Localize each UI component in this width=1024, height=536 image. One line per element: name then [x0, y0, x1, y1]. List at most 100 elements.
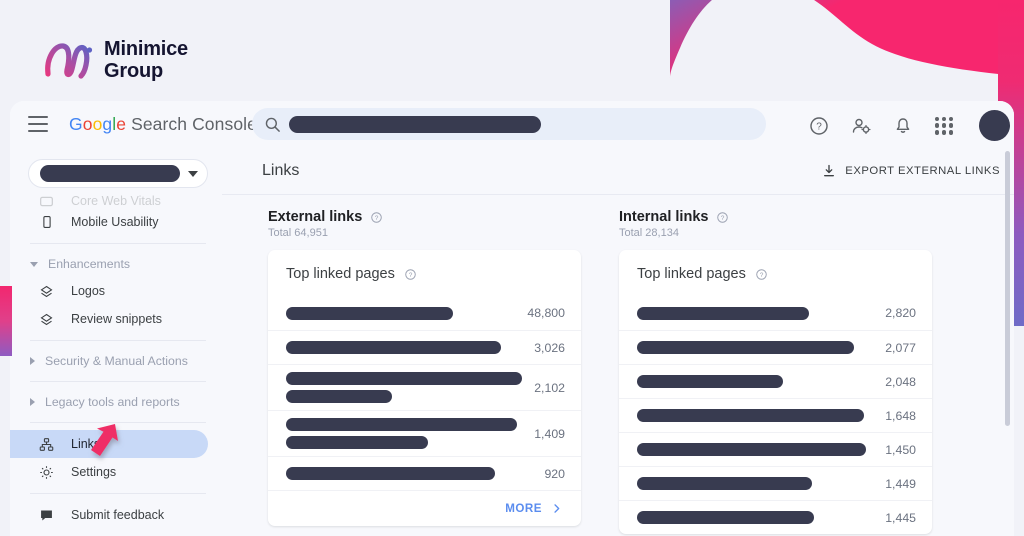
table-row[interactable]: 1,445 [619, 500, 932, 534]
svg-text:?: ? [760, 271, 764, 278]
chevron-down-icon [30, 261, 38, 267]
sidebar-item-logos[interactable]: Logos [10, 277, 222, 305]
sidebar-item-review-snippets[interactable]: Review snippets [10, 305, 222, 333]
chevron-right-icon [554, 504, 560, 513]
header-icon-group: ? [809, 110, 1010, 141]
review-snippets-icon [38, 311, 55, 328]
redacted-page-url-bar [637, 306, 810, 320]
page-header: Links EXPORT EXTERNAL LINKS [222, 147, 1014, 195]
table-row[interactable]: 920 [268, 456, 581, 490]
sidebar-item-links[interactable]: Links [10, 430, 208, 458]
brand-bar: Minimice Group [0, 0, 1024, 101]
panel-header: Top linked pages ? [619, 250, 932, 296]
internal-top-linked-pages-panel: Top linked pages ? 2,820 2,077 2,048 1,648 1… [619, 250, 932, 534]
row-value: 2,102 [534, 380, 565, 395]
brand-logo: Minimice Group [43, 38, 188, 82]
sidebar-group-legacy-tools[interactable]: Legacy tools and reports [10, 389, 222, 415]
sidebar-item-core-web-vitals[interactable]: Core Web Vitals [10, 194, 222, 208]
table-row[interactable]: 2,077 [619, 330, 932, 364]
svg-text:?: ? [409, 271, 413, 278]
export-label: EXPORT EXTERNAL LINKS [845, 164, 1000, 177]
more-label: MORE [505, 502, 542, 515]
main-content: Links EXPORT EXTERNAL LINKS External lin… [222, 147, 1014, 536]
property-selector[interactable] [28, 159, 208, 188]
external-panel-title: Top linked pages [286, 266, 395, 282]
sidebar-group-label-legacy: Legacy tools and reports [45, 395, 180, 409]
content-scrollbar[interactable] [1005, 151, 1010, 426]
mobile-icon [38, 214, 55, 231]
export-external-links-button[interactable]: EXPORT EXTERNAL LINKS [822, 164, 1000, 178]
internal-rows: 2,820 2,077 2,048 1,648 1,450 1,449 1,445 [619, 296, 932, 534]
internal-panel-title: Top linked pages [637, 266, 746, 282]
row-value: 48,800 [527, 306, 565, 320]
brand-name-line1: Minimice [104, 38, 188, 60]
feedback-icon [38, 507, 55, 524]
table-row[interactable]: 2,102 [268, 364, 581, 410]
row-bars [637, 477, 873, 490]
sidebar-divider [30, 243, 206, 244]
download-icon [824, 164, 835, 176]
row-bars [286, 467, 532, 480]
internal-links-title: Internal links [619, 209, 709, 225]
notifications-bell-icon[interactable] [893, 116, 913, 136]
search-input-redacted[interactable] [289, 115, 541, 133]
speed-icon [38, 194, 55, 208]
help-circle-icon[interactable]: ? [716, 211, 729, 224]
internal-links-title-row: Internal links ? [619, 209, 932, 225]
svg-text:?: ? [721, 214, 725, 221]
external-top-linked-pages-panel: Top linked pages ? 48,800 3,026 2,102 1,409… [268, 250, 581, 526]
sidebar-group-label-security: Security & Manual Actions [45, 354, 188, 368]
table-row[interactable]: 1,449 [619, 466, 932, 500]
sidebar-item-about-search-console[interactable]: About Search Console [10, 529, 222, 536]
redacted-page-url-bar-line2 [286, 436, 428, 449]
search-icon [265, 117, 280, 132]
links-icon [38, 436, 55, 453]
sidebar-divider [30, 381, 206, 382]
google-apps-grid-icon[interactable] [935, 116, 953, 135]
sidebar-label-links: Links [71, 437, 101, 451]
sidebar-divider [30, 340, 206, 341]
sidebar-item-settings[interactable]: Settings [10, 458, 222, 486]
help-circle-icon[interactable]: ? [404, 268, 417, 281]
hamburger-menu-icon[interactable] [28, 116, 48, 132]
row-value: 2,820 [885, 306, 916, 320]
help-icon[interactable]: ? [809, 116, 829, 136]
table-row[interactable]: 2,048 [619, 364, 932, 398]
row-bars [637, 375, 873, 388]
help-circle-icon[interactable]: ? [755, 268, 768, 281]
row-value: 2,077 [885, 340, 916, 355]
row-value: 1,445 [885, 510, 916, 525]
brand-name-line2: Group [104, 60, 163, 82]
row-bars [286, 372, 523, 403]
row-bars [637, 511, 873, 524]
user-avatar[interactable] [979, 110, 1010, 141]
sidebar-item-submit-feedback[interactable]: Submit feedback [10, 501, 222, 529]
sidebar-divider [30, 493, 206, 494]
table-row[interactable]: 48,800 [268, 296, 581, 330]
external-links-title: External links [268, 209, 363, 225]
sidebar-label-core-web-vitals: Core Web Vitals [71, 194, 161, 208]
table-row[interactable]: 1,450 [619, 432, 932, 466]
chevron-right-icon [30, 398, 35, 406]
external-more-row[interactable]: MORE [268, 490, 581, 526]
sidebar-group-label-enhancements: Enhancements [48, 257, 131, 271]
redacted-page-url-bar [637, 375, 784, 388]
sidebar-label-mobile-usability: Mobile Usability [71, 215, 159, 229]
internal-links-total: Total 28,134 [619, 227, 679, 239]
sidebar-group-security-manual-actions[interactable]: Security & Manual Actions [10, 348, 222, 374]
search-bar[interactable] [252, 108, 766, 140]
redacted-page-url-bar [637, 341, 855, 354]
table-row[interactable]: 1,409 [268, 410, 581, 456]
google-logo: Google [69, 113, 127, 134]
sidebar-item-mobile-usability[interactable]: Mobile Usability [10, 208, 222, 236]
redacted-page-url-bar-line2 [286, 390, 393, 403]
table-row[interactable]: 2,820 [619, 296, 932, 330]
sidebar-group-enhancements[interactable]: Enhancements [10, 251, 222, 277]
table-row[interactable]: 1,648 [619, 398, 932, 432]
account-settings-icon[interactable] [851, 116, 871, 136]
redacted-page-url-bar [286, 467, 496, 480]
help-circle-icon[interactable]: ? [370, 211, 383, 224]
table-row[interactable]: 3,026 [268, 330, 581, 364]
screenshot-root: Minimice Group Google Search Console Cor… [0, 0, 1024, 536]
row-bars [637, 341, 873, 354]
